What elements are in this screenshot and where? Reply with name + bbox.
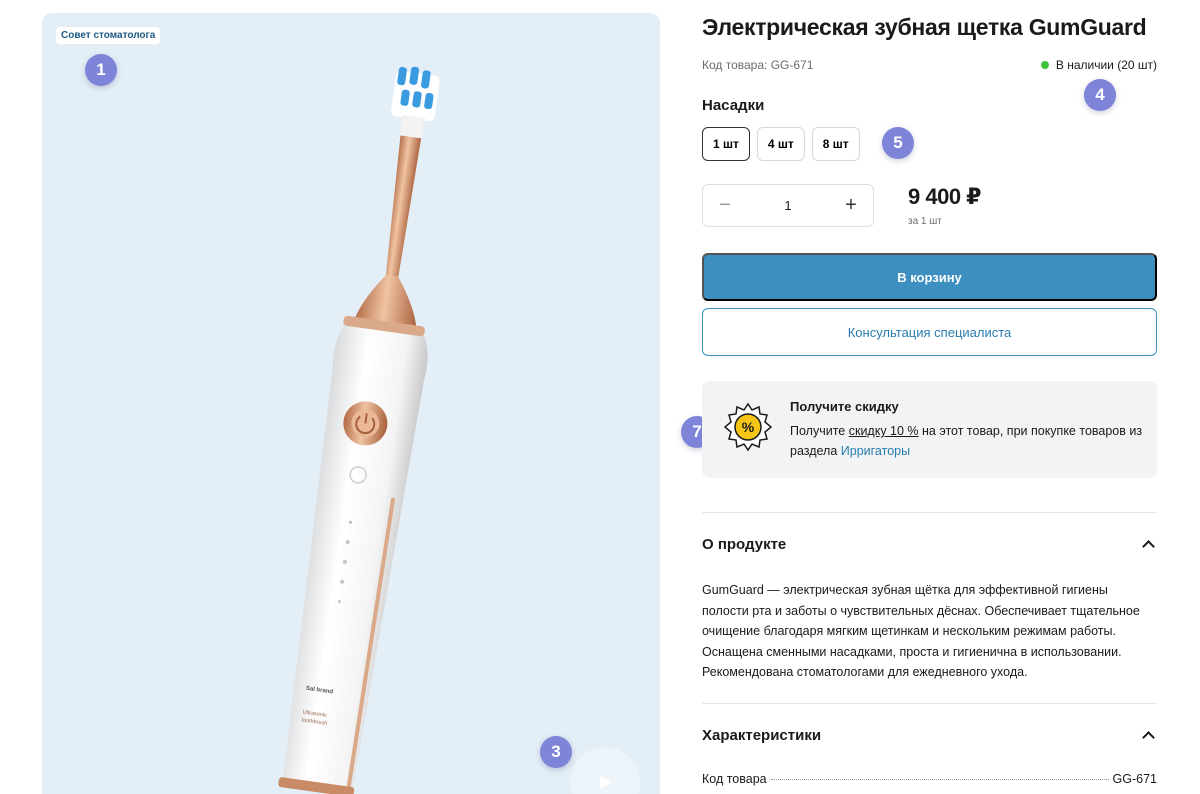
chevron-up-icon[interactable] [1142,731,1155,744]
discount-promo-card: % Получите скидку Получите скидку 10 % н… [702,381,1157,478]
stock-label: В наличии (20 шт) [1055,58,1157,72]
variant-option-8[interactable]: 8 шт [811,127,860,161]
specs-accordion-header[interactable]: Характеристики [702,727,821,744]
chevron-up-icon[interactable] [1142,540,1155,553]
divider [702,512,1157,513]
category-link[interactable]: Ирригаторы [841,444,910,458]
marker-4: 4 [1084,79,1116,111]
spec-row: Код товара GG-671 [702,772,1157,786]
quantity-value[interactable]: 1 [784,198,791,213]
consultation-button[interactable]: Консультация специалиста [702,308,1157,356]
stock-status: В наличии (20 шт) [1040,58,1157,72]
marker-3: 3 [540,736,572,768]
spec-label: Код товара [702,772,767,786]
variant-option-1[interactable]: 1 шт [702,127,750,161]
dentist-tip-badge[interactable]: Совет стоматолога [56,27,161,44]
promo-text-prefix: Получите [790,424,849,438]
percent-badge-icon: % [723,402,773,452]
spec-value: GG-671 [1112,772,1157,786]
marker-5: 5 [882,127,914,159]
in-stock-dot-icon [1040,61,1049,69]
toothbrush-image: Sal brand Ultrasonic toothbrush [278,66,440,794]
decrease-quantity-button[interactable]: − [717,194,733,217]
quantity-stepper: − 1 + [702,184,874,227]
svg-text:%: % [742,419,755,435]
increase-quantity-button[interactable]: + [843,194,859,217]
product-gallery[interactable]: Sal brand Ultrasonic toothbrush Совет ст… [42,13,660,794]
marker-1: 1 [85,54,117,86]
play-icon [600,775,612,789]
promo-title: Получите скидку [790,399,899,414]
about-description: GumGuard — электрическая зубная щётка дл… [702,583,1140,679]
divider [702,703,1157,704]
price-unit: за 1 шт [908,216,942,227]
variant-option-4[interactable]: 4 шт [756,127,805,161]
spec-leader-dots [770,779,1109,780]
about-accordion-header[interactable]: О продукте [702,536,786,553]
product-sku: Код товара: GG-671 [702,58,814,72]
options-label: Насадки [702,97,765,114]
product-title: Электрическая зубная щетка GumGuard [702,14,1147,40]
promo-text: Получите скидку 10 % на этот товар, при … [790,421,1145,461]
discount-link[interactable]: скидку 10 % [849,424,919,438]
product-price: 9 400 ₽ [908,184,981,209]
add-to-cart-button[interactable]: В корзину [702,253,1157,301]
variant-selector: 1 шт 4 шт 8 шт [702,127,860,161]
